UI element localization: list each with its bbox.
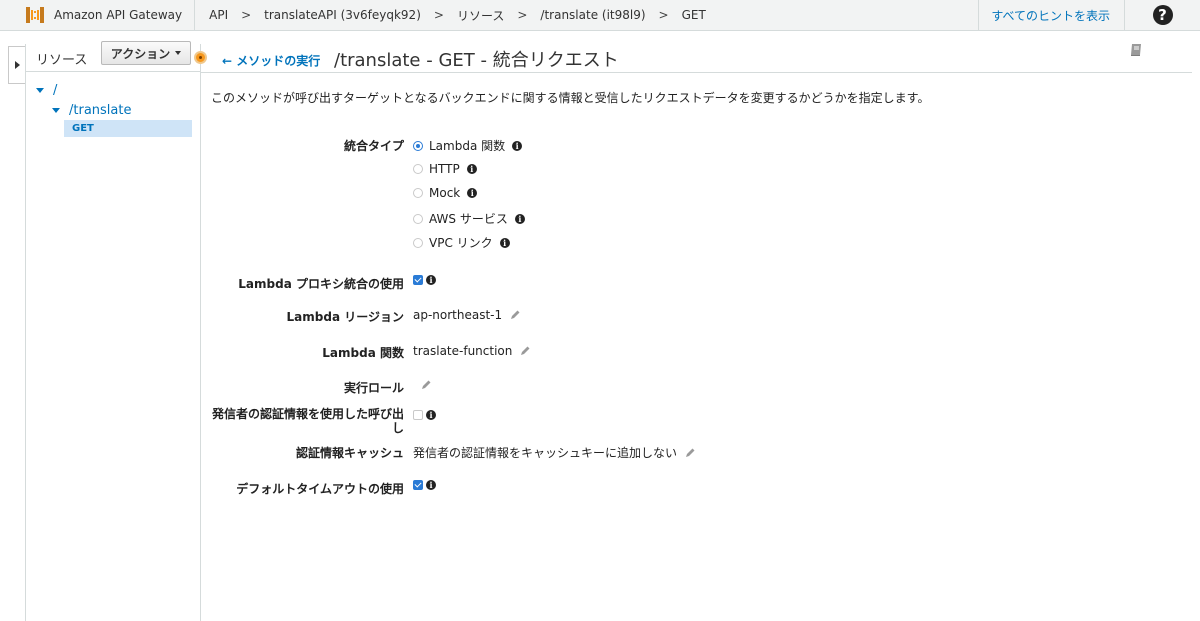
chevron-down-icon — [52, 108, 60, 113]
back-arrow-icon: ← — [222, 54, 233, 68]
breadcrumb-separator: > — [241, 8, 252, 22]
radio-http[interactable]: HTTP i — [413, 162, 477, 176]
chevron-down-icon — [36, 88, 44, 93]
radio-label: Mock — [429, 186, 461, 200]
breadcrumb-separator: > — [517, 8, 528, 22]
lambda-function-field: traslate-function — [413, 344, 531, 358]
radio-label: AWS サービス — [429, 212, 508, 226]
pencil-icon[interactable] — [509, 309, 521, 321]
help-button[interactable]: ? — [1124, 0, 1200, 31]
pencil-icon[interactable] — [420, 379, 432, 391]
tree-item-root[interactable]: / — [36, 83, 57, 98]
lambda-function-label: Lambda 関数 — [322, 346, 404, 360]
tree-item-get[interactable]: GET — [64, 120, 192, 137]
lambda-region-label: Lambda リージョン — [286, 310, 404, 324]
divider — [200, 44, 201, 621]
breadcrumb-api-name[interactable]: translateAPI (3v6feyqk92) — [264, 8, 421, 22]
info-icon[interactable]: i — [514, 213, 525, 224]
info-icon[interactable]: i — [467, 188, 478, 198]
default-timeout-field: i — [413, 480, 436, 490]
breadcrumb-api[interactable]: API — [209, 8, 228, 22]
radio-lambda[interactable]: Lambda 関数 i — [413, 137, 523, 154]
info-icon[interactable]: i — [466, 164, 477, 174]
breadcrumb-method: GET — [681, 8, 706, 22]
breadcrumb-resource-path[interactable]: /translate (it98l9) — [540, 8, 645, 22]
default-timeout-label: デフォルトタイムアウトの使用 — [236, 482, 404, 496]
info-icon[interactable]: i — [512, 140, 523, 151]
radio-label: VPC リンク — [429, 236, 493, 250]
radio-icon[interactable] — [413, 213, 423, 224]
page-title: /translate - GET - 統合リクエスト — [334, 50, 619, 71]
execution-role-label: 実行ロール — [343, 381, 404, 395]
actions-button-label: アクション — [110, 46, 171, 61]
tree-item-label: / — [53, 83, 58, 98]
lambda-function-value: traslate-function — [413, 344, 513, 358]
lambda-region-field: ap-northeast-1 — [413, 308, 521, 322]
credentials-cache-label: 認証情報キャッシュ — [295, 446, 404, 460]
actions-button[interactable]: アクション — [101, 41, 191, 65]
radio-icon[interactable] — [413, 188, 423, 198]
caller-credentials-field: i — [413, 410, 436, 420]
radio-mock[interactable]: Mock i — [413, 186, 478, 200]
tree-item-label: /translate — [69, 103, 132, 118]
caller-credentials-label: 発信者の認証情報を使用した呼び出 し — [212, 407, 404, 435]
caller-credentials-label-line2: し — [391, 421, 404, 435]
brand[interactable]: Amazon API Gateway — [0, 0, 196, 31]
help-icon: ? — [1152, 5, 1173, 25]
expand-panel-icon — [14, 61, 20, 69]
tree-item-translate[interactable]: /translate — [52, 103, 131, 118]
info-icon[interactable]: i — [499, 237, 510, 248]
radio-icon[interactable] — [413, 237, 423, 248]
top-bar: Amazon API Gateway API > translateAPI (3… — [0, 0, 1200, 31]
brand-name: Amazon API Gateway — [54, 8, 183, 22]
breadcrumb-separator: > — [658, 8, 669, 22]
resources-header: リソース アクション — [26, 32, 200, 72]
show-all-hints-link[interactable]: すべてのヒントを表示 — [978, 0, 1124, 31]
radio-label: HTTP — [429, 162, 460, 176]
radio-label: Lambda 関数 — [429, 139, 506, 153]
breadcrumb: API > translateAPI (3v6feyqk92) > リソース >… — [195, 7, 978, 24]
lambda-region-value: ap-northeast-1 — [413, 308, 503, 322]
expand-panel-toggle[interactable] — [8, 46, 25, 84]
lambda-proxy-label: Lambda プロキシ統合の使用 — [238, 277, 404, 291]
breadcrumb-resources[interactable]: リソース — [457, 7, 504, 24]
default-timeout-checkbox[interactable] — [413, 480, 423, 490]
pencil-icon[interactable] — [684, 447, 696, 459]
api-gateway-logo-icon — [26, 5, 44, 25]
info-icon[interactable]: i — [426, 275, 436, 285]
info-icon[interactable]: i — [426, 480, 436, 490]
execution-role-field — [413, 379, 432, 391]
integration-type-label: 統合タイプ — [343, 139, 404, 153]
radio-aws-service[interactable]: AWS サービス i — [413, 210, 525, 227]
main-header: ← メソッドの実行 /translate - GET - 統合リクエスト — [201, 44, 1192, 73]
caller-credentials-checkbox[interactable] — [413, 410, 423, 420]
breadcrumb-separator: > — [433, 8, 444, 22]
dropdown-caret-icon — [175, 51, 182, 55]
back-to-method-execution-link[interactable]: ← メソッドの実行 — [222, 52, 320, 69]
book-icon[interactable] — [1129, 43, 1143, 57]
caller-credentials-label-line1: 発信者の認証情報を使用した呼び出 — [211, 407, 404, 421]
resources-panel: リソース アクション / /translate GET — [26, 32, 200, 621]
radio-icon[interactable] — [413, 164, 423, 174]
credentials-cache-value: 発信者の認証情報をキャッシュキーに追加しない — [413, 446, 678, 460]
radio-vpc-link[interactable]: VPC リンク i — [413, 234, 510, 251]
page-description: このメソッドが呼び出すターゲットとなるバックエンドに関する情報と受信したリクエス… — [211, 91, 930, 105]
lambda-proxy-field: i — [413, 275, 436, 285]
pencil-icon[interactable] — [519, 345, 531, 357]
back-link-label: メソッドの実行 — [236, 54, 321, 68]
lambda-proxy-checkbox[interactable] — [413, 275, 423, 285]
radio-icon[interactable] — [413, 140, 423, 151]
info-icon[interactable]: i — [426, 410, 436, 420]
credentials-cache-field: 発信者の認証情報をキャッシュキーに追加しない — [413, 444, 696, 461]
resources-title: リソース — [36, 53, 88, 68]
